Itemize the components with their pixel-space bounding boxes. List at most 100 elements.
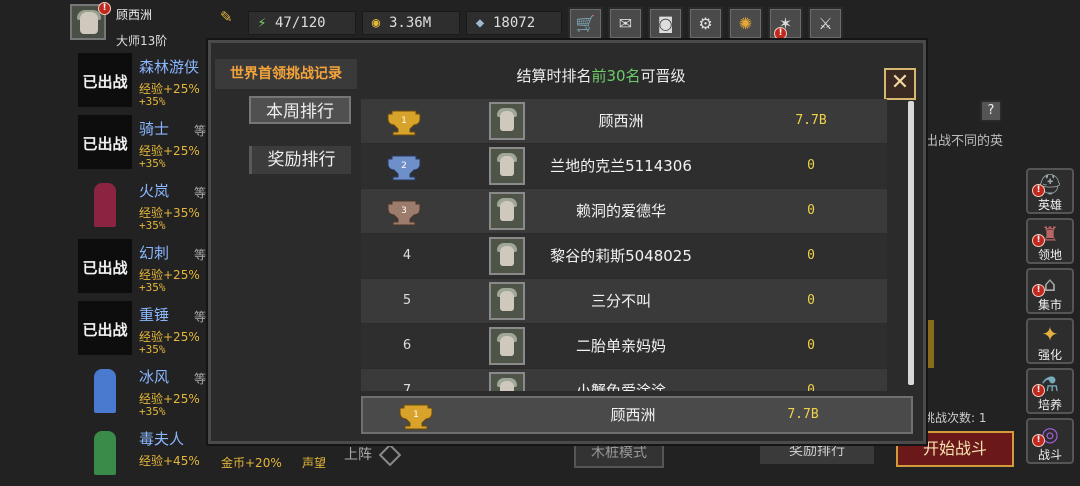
player-portrait	[489, 192, 525, 230]
mail-button[interactable]: ✉	[608, 7, 643, 40]
notification-badge-icon: !	[1032, 184, 1045, 197]
rank-row[interactable]: 4 黎谷的莉斯5048025 0	[361, 234, 887, 278]
rank-score: 0	[807, 158, 815, 173]
player-name: 顾西洲	[116, 8, 153, 22]
nav-heroes[interactable]: ⛑ 英雄 !	[1026, 168, 1074, 214]
rule-highlight: 前30名	[591, 67, 641, 85]
shop-button[interactable]: 🛒	[568, 7, 603, 40]
hero-name: 火岚	[139, 182, 170, 200]
gem-icon: ◆	[475, 15, 485, 31]
hero-name: 幻刺	[139, 244, 170, 262]
close-icon: ✕	[890, 70, 910, 95]
rank-player-name: 顾西洲	[598, 112, 644, 130]
hero-row[interactable]: 毒夫人 经验+45%	[76, 422, 216, 484]
shop-cart-icon: 🛒	[575, 14, 596, 33]
hero-portrait	[78, 425, 132, 479]
rank-player-name: 兰地的克兰5114306	[550, 157, 692, 175]
nav-battle[interactable]: ◎ 战斗 !	[1026, 418, 1074, 464]
notification-badge-icon: !	[1032, 384, 1045, 397]
hero-level: 等	[194, 186, 207, 200]
hero-portrait: 已出战	[78, 53, 132, 107]
hero-level: 等	[194, 248, 207, 262]
rank-row[interactable]: 6 二胎单亲妈妈 0	[361, 324, 887, 368]
my-rank-row: 1 顾西洲 7.7B	[361, 396, 913, 434]
hero-row[interactable]: 火岚 等 经验+35% +35%	[76, 174, 216, 236]
rank-row[interactable]: 7 小蟹兔爱涂涂 0	[361, 369, 887, 391]
rank-number: 4	[402, 248, 412, 263]
avatar-face	[80, 12, 98, 34]
rank-row[interactable]: 5 三分不叫 0	[361, 279, 887, 323]
battle-button[interactable]: ⚔	[808, 7, 843, 40]
fought-label: 已出战	[82, 259, 128, 277]
svg-text:1: 1	[401, 116, 407, 126]
svg-text:2: 2	[401, 161, 407, 171]
close-button[interactable]: ✕	[884, 68, 916, 100]
nav-market[interactable]: ⌂ 集市 !	[1026, 268, 1074, 314]
notification-badge-icon: !	[1032, 284, 1045, 297]
hero-level: 等	[194, 372, 207, 386]
player-rank: 大师13阶	[116, 34, 168, 48]
rank-row[interactable]: 1 顾西洲 7.7B	[361, 99, 887, 143]
nav-territory[interactable]: ♜ 领地 !	[1026, 218, 1074, 264]
onstage-label: 上阵	[344, 447, 372, 463]
gold-counter: ◉ 3.36M	[362, 11, 460, 35]
mail-icon: ✉	[618, 14, 633, 33]
nav-train[interactable]: ⚗ 培养 !	[1026, 368, 1074, 414]
hero-name: 森林游侠	[139, 58, 200, 76]
rank-list: 1 顾西洲 7.7B 2 兰地的克兰5114306 0 3 赖洞的爱德华 0 4…	[361, 99, 887, 391]
edit-icon[interactable]: ✎	[220, 8, 233, 26]
rank-score: 0	[807, 248, 815, 263]
nav-label: 培养	[1037, 398, 1062, 412]
nav-label: 英雄	[1037, 198, 1062, 212]
svg-text:1: 1	[413, 410, 419, 420]
diamond-icon	[378, 443, 402, 467]
my-rank-score: 7.7B	[787, 407, 819, 422]
fought-label: 已出战	[82, 321, 128, 339]
hero-bonus: +35%	[139, 405, 166, 418]
rank-player-name: 二胎单亲妈妈	[575, 337, 666, 355]
tab-weekly-rank[interactable]: 本周排行	[249, 96, 351, 124]
rank-player-name: 赖洞的爱德华	[575, 202, 666, 220]
fought-label: 已出战	[82, 73, 128, 91]
rank-score: 0	[807, 293, 815, 308]
player-portrait	[489, 327, 525, 365]
hero-row[interactable]: 已出战 森林游侠 经验+25% +35%	[76, 50, 216, 112]
hero-row[interactable]: 已出战 幻刺 等 经验+25% +35%	[76, 236, 216, 298]
tab-reward-rank[interactable]: 奖励排行	[249, 146, 351, 174]
hero-row[interactable]: 已出战 重锤 等 经验+25% +35%	[76, 298, 216, 360]
hero-portrait	[78, 177, 132, 231]
hero-row[interactable]: 冰风 等 经验+25% +35%	[76, 360, 216, 422]
hero-name: 重锤	[139, 306, 170, 324]
rank-list-scrollbar[interactable]	[908, 101, 914, 385]
player-portrait	[489, 372, 525, 391]
hero-row[interactable]: 已出战 骑士 等 经验+25% +35%	[76, 112, 216, 174]
upgrade-icon: ✦	[1041, 322, 1059, 346]
rank-row[interactable]: 3 赖洞的爱德华 0	[361, 189, 887, 233]
rank-row[interactable]: 2 兰地的克兰5114306 0	[361, 144, 887, 188]
nav-upgrade[interactable]: ✦ 强化	[1026, 318, 1074, 364]
poison-figure-icon	[94, 431, 116, 475]
ranking-dialog: 世界首领挑战记录 结算时排名前30名可晋级 ✕ 本周排行 奖励排行 1 顾西洲 …	[208, 40, 926, 444]
mage-figure-icon	[94, 183, 116, 227]
hero-portrait	[78, 363, 132, 417]
player-avatar[interactable]: !	[70, 2, 111, 40]
background-hint: 出战不同的英	[925, 134, 1004, 149]
fireworks-button[interactable]: ✶ !	[768, 7, 803, 40]
hero-bonus: +35%	[139, 281, 166, 294]
rank-score: 7.7B	[795, 113, 827, 128]
swords-icon: ⚔	[818, 14, 833, 33]
my-rank-name: 顾西洲	[610, 406, 656, 424]
help-icon[interactable]: ?	[980, 100, 1002, 122]
hero-bonus: +35%	[139, 343, 166, 356]
rank-number: 6	[402, 338, 412, 353]
player-portrait	[489, 147, 525, 185]
dialog-header: 世界首领挑战记录 结算时排名前30名可晋级 ✕	[211, 57, 923, 100]
gem-value: 18072	[493, 15, 536, 31]
settings-button[interactable]: ⚙	[688, 7, 723, 40]
gamepad-button[interactable]: ◙	[648, 7, 683, 40]
hero-bonus: +35%	[139, 95, 166, 108]
color-wheel-button[interactable]: ✺	[728, 7, 763, 40]
notification-badge-icon: !	[774, 27, 787, 40]
gamepad-icon: ◙	[657, 14, 674, 33]
color-wheel-icon: ✺	[738, 14, 753, 33]
